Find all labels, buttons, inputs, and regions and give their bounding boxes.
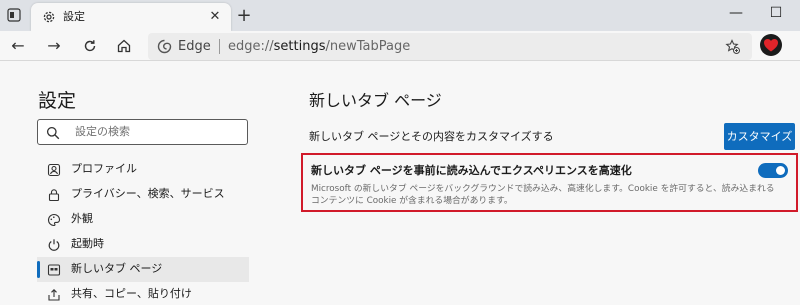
profile-icon xyxy=(46,162,61,177)
refresh-button[interactable] xyxy=(80,36,100,56)
sidebar-item-new-tab-page[interactable]: 新しいタブ ページ xyxy=(37,257,249,282)
browser-tab-settings[interactable]: 設定 ✕ xyxy=(31,3,231,31)
address-bar[interactable]: Edge edge://settings/newTabPage xyxy=(148,33,752,60)
gear-icon xyxy=(41,9,57,25)
url-bold: settings xyxy=(273,39,326,54)
preload-title: 新しいタブ ページを事前に読み込んでエクスペリエンスを高速化 xyxy=(311,164,632,177)
toolbar: ← → Edge edge://settings/newTabPage xyxy=(0,31,800,61)
preload-description: Microsoft の新しいタブ ページをバックグラウンドで読み込み、高速化しま… xyxy=(311,184,775,206)
search-placeholder: 設定の検索 xyxy=(75,125,130,138)
edge-logo-icon xyxy=(157,39,172,54)
maximize-button[interactable]: ☐ xyxy=(756,0,796,28)
profile-avatar[interactable] xyxy=(760,34,782,56)
title-bar: 設定 ✕ + — ☐ xyxy=(0,0,800,31)
url-prefix: edge:// xyxy=(228,39,274,54)
search-icon xyxy=(46,125,60,140)
minimize-button[interactable]: — xyxy=(716,0,756,28)
search-input[interactable]: 設定の検索 xyxy=(37,119,248,145)
sidebar-item-share[interactable]: 共有、コピー、貼り付け xyxy=(37,282,249,305)
sidebar-item-privacy[interactable]: プライバシー、検索、サービス xyxy=(37,182,249,207)
power-icon xyxy=(46,237,61,252)
lock-icon xyxy=(46,187,61,202)
back-button[interactable]: ← xyxy=(8,36,28,56)
home-button[interactable] xyxy=(114,36,134,56)
sidebar-item-appearance[interactable]: 外観 xyxy=(37,207,249,232)
window-menu-icon[interactable] xyxy=(6,7,22,23)
forward-button[interactable]: → xyxy=(44,36,64,56)
preload-setting-row: 新しいタブ ページを事前に読み込んでエクスペリエンスを高速化 Microsoft… xyxy=(301,153,798,212)
url-text[interactable]: edge://settings/newTabPage xyxy=(228,37,410,56)
sidebar-item-startup[interactable]: 起動時 xyxy=(37,232,249,257)
sidebar-item-label: プロファイル xyxy=(71,162,137,175)
customize-button[interactable]: カスタマイズ xyxy=(724,123,795,150)
customize-label: 新しいタブ ページとその内容をカスタマイズする xyxy=(309,130,554,143)
appearance-icon xyxy=(46,212,61,227)
active-indicator xyxy=(37,261,40,278)
add-favorite-icon[interactable] xyxy=(725,39,740,54)
new-tab-button[interactable]: + xyxy=(234,6,254,26)
sidebar-item-label: 起動時 xyxy=(71,237,104,250)
address-separator xyxy=(219,39,220,54)
settings-sidebar: 設定 設定の検索 プロファイル プライバシー、検索、サービス 外観 起動時 新し… xyxy=(0,62,280,305)
sidebar-item-label: プライバシー、検索、サービス xyxy=(71,187,225,200)
page-title: 新しいタブ ページ xyxy=(309,91,442,110)
sidebar-item-label: 新しいタブ ページ xyxy=(71,262,163,275)
new-tab-page-icon xyxy=(46,262,61,277)
close-tab-icon[interactable]: ✕ xyxy=(207,9,223,25)
toggle-knob xyxy=(776,166,785,175)
preload-toggle[interactable] xyxy=(758,163,788,178)
sidebar-item-label: 共有、コピー、貼り付け xyxy=(71,287,192,300)
share-icon xyxy=(46,287,61,302)
sidebar-item-profile[interactable]: プロファイル xyxy=(37,157,249,182)
settings-content: 新しいタブ ページ 新しいタブ ページとその内容をカスタマイズする カスタマイズ… xyxy=(280,62,800,305)
site-label: Edge xyxy=(178,39,211,54)
sidebar-item-label: 外観 xyxy=(71,212,93,225)
url-suffix: /newTabPage xyxy=(325,39,411,54)
sidebar-title: 設定 xyxy=(38,90,77,112)
tab-title: 設定 xyxy=(63,10,85,23)
